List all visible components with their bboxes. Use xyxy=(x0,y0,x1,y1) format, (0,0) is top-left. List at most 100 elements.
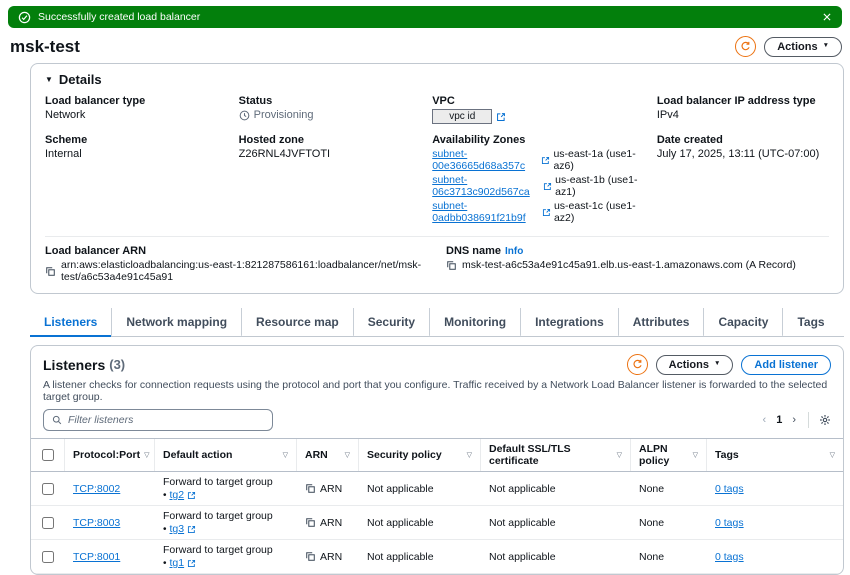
default-action-cell: Forward to target group • tg2 xyxy=(155,472,297,505)
field-load-balancer-arn: Load balancer ARN arn:aws:elasticloadbal… xyxy=(45,245,428,283)
alpn-cell: None xyxy=(631,540,707,573)
page-title: msk-test xyxy=(10,37,80,57)
arn-cell: ARN xyxy=(297,540,359,573)
field-label: Load balancer ARN xyxy=(45,245,428,257)
external-link-icon[interactable] xyxy=(187,491,196,500)
listeners-actions-button[interactable]: Actions ▼ xyxy=(656,355,734,375)
external-link-icon[interactable] xyxy=(542,208,551,217)
actions-button-label: Actions xyxy=(669,359,709,371)
copy-icon[interactable] xyxy=(305,483,316,494)
column-header-tags[interactable]: Tags ▽ xyxy=(707,439,843,471)
filter-caret-icon[interactable]: ▽ xyxy=(689,451,698,459)
caret-down-icon: ▼ xyxy=(714,361,720,368)
column-header-security-policy[interactable]: Security policy ▽ xyxy=(359,439,481,471)
field-vpc: VPC vpc id xyxy=(432,95,639,124)
column-label: Default SSL/TLS certificate xyxy=(489,443,613,467)
tab-integrations[interactable]: Integrations xyxy=(520,308,618,337)
copy-icon[interactable] xyxy=(45,266,56,277)
tab-resource-map[interactable]: Resource map xyxy=(241,308,353,337)
tags-link[interactable]: 0 tags xyxy=(715,517,744,529)
filter-caret-icon[interactable]: ▽ xyxy=(279,451,288,459)
column-header-protocol-port[interactable]: Protocol:Port ▽ xyxy=(65,439,155,471)
gear-icon[interactable] xyxy=(819,414,831,426)
external-link-icon[interactable] xyxy=(541,156,550,165)
column-label: ALPN policy xyxy=(639,443,689,467)
field-label: Date created xyxy=(657,134,829,146)
vpc-id-value[interactable]: vpc id xyxy=(432,109,492,124)
tab-monitoring[interactable]: Monitoring xyxy=(429,308,520,337)
listener-link[interactable]: TCP:8002 xyxy=(73,483,120,495)
select-all-checkbox[interactable] xyxy=(42,449,54,461)
refresh-button[interactable] xyxy=(735,36,756,57)
bullet: • xyxy=(163,524,167,535)
copy-icon[interactable] xyxy=(446,260,457,271)
tab-listeners[interactable]: Listeners xyxy=(30,308,111,337)
tab-capacity[interactable]: Capacity xyxy=(703,308,782,337)
default-action-cell: Forward to target group • tg1 xyxy=(155,540,297,573)
field-value: Network xyxy=(45,109,221,121)
info-link[interactable]: Info xyxy=(505,246,523,257)
close-icon[interactable] xyxy=(822,12,832,22)
target-group-link[interactable]: tg2 xyxy=(170,489,185,501)
arn-cell: ARN xyxy=(297,506,359,539)
details-panel: ▼ Details Load balancer type Network Sta… xyxy=(30,63,844,294)
filter-caret-icon[interactable]: ▽ xyxy=(341,451,350,459)
copy-icon[interactable] xyxy=(305,517,316,528)
column-header-arn[interactable]: ARN ▽ xyxy=(297,439,359,471)
tab-tags[interactable]: Tags xyxy=(782,308,838,337)
field-status: Status Provisioning xyxy=(239,95,415,124)
filter-caret-icon[interactable]: ▽ xyxy=(826,451,835,459)
external-link-icon[interactable] xyxy=(187,559,196,568)
filter-input-wrap xyxy=(43,409,273,431)
listener-link[interactable]: TCP:8003 xyxy=(73,517,120,529)
divider xyxy=(45,236,829,237)
arn-text: ARN xyxy=(320,483,342,495)
tab-security[interactable]: Security xyxy=(353,308,429,337)
column-label: Default action xyxy=(163,449,232,461)
target-group-link[interactable]: tg3 xyxy=(170,523,185,535)
in-progress-icon xyxy=(239,110,250,121)
column-label: Protocol:Port xyxy=(73,449,140,461)
status-badge: Provisioning xyxy=(239,109,415,121)
table-header-row: Protocol:Port ▽ Default action ▽ ARN ▽ S… xyxy=(31,438,843,472)
next-page-button[interactable]: › xyxy=(790,414,798,426)
row-checkbox[interactable] xyxy=(42,483,54,495)
field-label: VPC xyxy=(432,95,639,107)
field-value: July 17, 2025, 13:11 (UTC-07:00) xyxy=(657,148,829,160)
external-link-icon[interactable] xyxy=(187,525,196,534)
copy-icon[interactable] xyxy=(305,551,316,562)
tags-link[interactable]: 0 tags xyxy=(715,483,744,495)
refresh-button[interactable] xyxy=(627,354,648,375)
field-availability-zones: Availability Zones subnet-00e36665d68a35… xyxy=(432,134,639,226)
add-listener-button[interactable]: Add listener xyxy=(741,355,831,375)
listener-link[interactable]: TCP:8001 xyxy=(73,551,120,563)
prev-page-button[interactable]: ‹ xyxy=(761,414,769,426)
details-expander[interactable]: ▼ Details xyxy=(45,72,829,87)
table-row: TCP:8003 Forward to target group • tg3 A… xyxy=(31,506,843,540)
actions-button[interactable]: Actions ▼ xyxy=(764,37,842,57)
az-zone-text: us-east-1c (use1-az2) xyxy=(554,200,639,224)
tab-attributes[interactable]: Attributes xyxy=(618,308,704,337)
column-header-default-action[interactable]: Default action ▽ xyxy=(155,439,297,471)
filter-caret-icon[interactable]: ▽ xyxy=(463,451,472,459)
filter-input[interactable] xyxy=(68,414,264,426)
row-checkbox[interactable] xyxy=(42,517,54,529)
listeners-title: Listeners xyxy=(43,357,105,373)
filter-caret-icon[interactable]: ▽ xyxy=(613,451,622,459)
table-row: TCP:8002 Forward to target group • tg2 A… xyxy=(31,472,843,506)
success-flashbar: Successfully created load balancer xyxy=(8,6,842,28)
target-group-link[interactable]: tg1 xyxy=(170,557,185,569)
external-link-icon[interactable] xyxy=(496,112,506,122)
external-link-icon[interactable] xyxy=(543,182,552,191)
collapse-caret-icon[interactable]: ▼ xyxy=(45,75,53,84)
tags-link[interactable]: 0 tags xyxy=(715,551,744,563)
subnet-link[interactable]: subnet-06c3713c902d567ca xyxy=(432,174,540,198)
row-checkbox[interactable] xyxy=(42,551,54,563)
column-header-alpn-policy[interactable]: ALPN policy ▽ xyxy=(631,439,707,471)
column-header-ssl-certificate[interactable]: Default SSL/TLS certificate ▽ xyxy=(481,439,631,471)
tab-network-mapping[interactable]: Network mapping xyxy=(111,308,241,337)
subnet-link[interactable]: subnet-00e36665d68a357c xyxy=(432,148,538,172)
subnet-link[interactable]: subnet-0adbb038691f21b9f xyxy=(432,200,539,224)
page-number[interactable]: 1 xyxy=(776,414,782,426)
filter-caret-icon[interactable]: ▽ xyxy=(140,451,149,459)
